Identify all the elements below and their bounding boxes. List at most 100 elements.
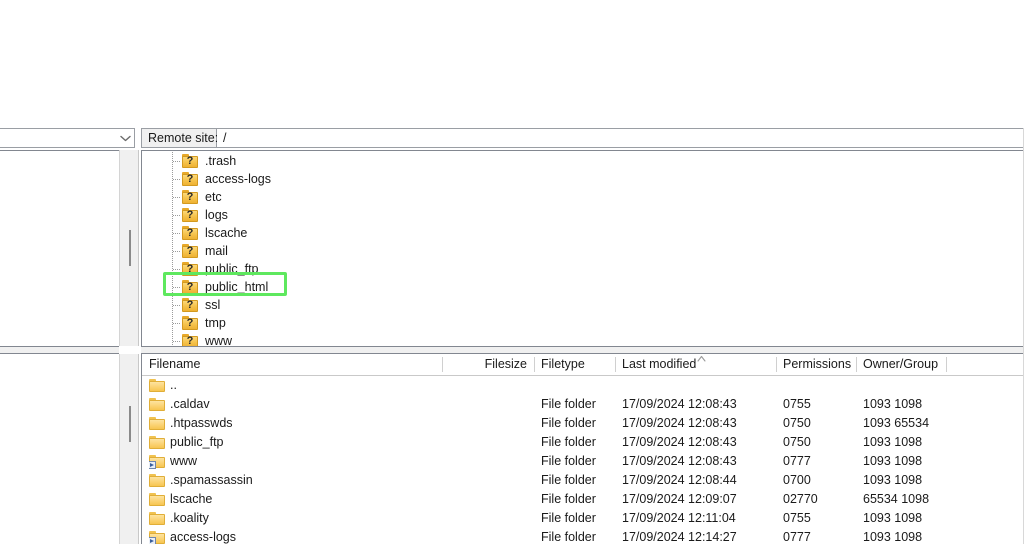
remote-tree-item-dot-trash[interactable]: ? .trash [142,152,1024,170]
cell-owner-group: 1093 1098 [863,473,923,487]
remote-tree-item-ssl[interactable]: ? ssl [142,296,1024,314]
cell-owner-group [863,376,946,395]
column-header-label: Last modified [622,357,697,371]
cell-filetype: File folder [541,492,596,506]
cell-owner-group: 65534 1098 [863,492,930,506]
cell-last-modified: 17/09/2024 12:08:43 [622,397,737,411]
folder-question-icon: ? [182,280,198,294]
cell-filesize [442,509,527,528]
remote-tree-item-mail[interactable]: ? mail [142,242,1024,260]
remote-tree-item-lscache[interactable]: ? lscache [142,224,1024,242]
cell-filetype: File folder [541,454,596,468]
table-row[interactable]: access-logs File folder 17/09/2024 12:14:2… [142,528,1024,544]
remote-tree-item-label: public_ftp [205,262,259,276]
remote-tree-rows: ? .trash? access-logs? etc? logs? lscache? mai… [142,151,1024,346]
table-row[interactable]: .caldav File folder 17/09/2024 12:08:43 075… [142,395,1024,414]
remote-tree-item-label: public_html [205,280,269,294]
cell-permissions: 0755 [783,397,811,411]
column-resize-handle[interactable] [534,357,535,372]
column-resize-handle[interactable] [856,357,857,372]
remote-tree-item-logs[interactable]: ? logs [142,206,1024,224]
remote-file-list-body: .. .caldav File folder 17/09/2024 12:08:43 0… [142,376,1024,544]
cell-filename: .koality [149,509,442,528]
folder-question-icon: ? [182,262,198,276]
remote-site-bar: Remote site: / [141,128,1024,148]
cell-permissions: 02770 [783,492,818,506]
chevron-down-icon[interactable] [116,129,134,147]
remote-tree-item-label: mail [205,244,228,258]
table-row[interactable]: public_ftp File folder 17/09/2024 12:08:43… [142,433,1024,452]
cell-filesize [442,376,527,395]
column-header-filesize[interactable]: Filesize [442,354,534,375]
table-row[interactable]: .koality File folder 17/09/2024 12:11:04 07… [142,509,1024,528]
cell-filesize [442,452,527,471]
remote-site-path-input[interactable]: / [217,128,1024,148]
column-resize-handle[interactable] [946,357,947,372]
filename-text: access-logs [170,530,236,544]
column-header-label: Permissions [783,357,852,371]
local-horizontal-splitter[interactable] [0,346,119,354]
column-header-modified[interactable]: Last modified [615,354,776,375]
filename-text: lscache [170,492,213,506]
local-directory-tree-panel[interactable] [0,150,119,346]
remote-tree-item-public_ftp[interactable]: ? public_ftp [142,260,1024,278]
remote-directory-tree-panel[interactable]: ? .trash? access-logs? etc? logs? lscache? mai… [141,150,1024,346]
column-header-label: Owner/Group [863,357,939,371]
folder-question-icon: ? [182,154,198,168]
local-file-list-panel[interactable] [0,354,119,544]
cell-permissions: 0700 [783,473,811,487]
local-tree-vertical-splitter[interactable] [119,150,139,346]
folder-question-icon: ? [182,190,198,204]
cell-permissions: 0750 [783,435,811,449]
cell-filesize [442,528,527,544]
column-resize-handle[interactable] [615,357,616,372]
column-header-permissions[interactable]: Permissions [776,354,856,375]
cell-permissions [783,376,856,395]
folder-icon [149,474,165,487]
column-resize-handle[interactable] [776,357,777,372]
cell-last-modified: 17/09/2024 12:11:04 [622,511,736,525]
cell-filesize [442,433,527,452]
table-row[interactable]: .htpasswds File folder 17/09/2024 12:08:43… [142,414,1024,433]
column-header-filetype[interactable]: Filetype [534,354,615,375]
remote-tree-item-label: lscache [205,226,248,240]
folder-question-icon: ? [182,208,198,222]
remote-tree-item-label: tmp [205,316,226,330]
column-resize-handle[interactable] [442,357,443,372]
filename-text: .caldav [170,397,210,411]
remote-horizontal-splitter[interactable] [141,346,1024,354]
folder-icon [149,436,165,449]
remote-tree-item-etc[interactable]: ? etc [142,188,1024,206]
cell-filesize [442,395,527,414]
remote-tree-item-label: .trash [205,154,237,168]
remote-tree-item-www[interactable]: ? www [142,332,1024,346]
cell-filetype: File folder [541,435,596,449]
cell-permissions: 0750 [783,416,811,430]
local-site-combobox[interactable] [0,128,135,148]
remote-tree-item-public_html[interactable]: ? public_html [142,278,1024,296]
folder-icon [149,398,165,411]
folder-question-icon: ? [182,298,198,312]
table-row[interactable]: .spamassassin File folder 17/09/2024 12:08… [142,471,1024,490]
blank-canvas-area [0,0,1024,126]
table-row[interactable]: .. [142,376,1024,395]
table-row[interactable]: lscache File folder 17/09/2024 12:09:07 027… [142,490,1024,509]
remote-file-list-panel[interactable]: Filename Filesize Filetype Last modified Per… [141,354,1024,544]
remote-tree-item-tmp[interactable]: ? tmp [142,314,1024,332]
local-list-vertical-splitter[interactable] [119,354,139,544]
cell-last-modified: 17/09/2024 12:08:43 [622,454,737,468]
cell-filename: public_ftp [149,433,442,452]
cell-filename: access-logs [149,528,442,544]
remote-tree-item-label: logs [205,208,228,222]
filename-text: .htpasswds [170,416,233,430]
cell-permissions: 0755 [783,511,811,525]
column-header-owner[interactable]: Owner/Group [856,354,946,375]
cell-filesize [442,414,527,433]
remote-site-label: Remote site: [141,128,218,148]
table-row[interactable]: www File folder 17/09/2024 12:08:43 0777 109… [142,452,1024,471]
remote-tree-item-access-logs[interactable]: ? access-logs [142,170,1024,188]
column-header-filename[interactable]: Filename [142,354,442,375]
column-header-label: Filetype [541,357,585,371]
remote-tree-item-label: access-logs [205,172,271,186]
filename-text: .koality [170,511,209,525]
